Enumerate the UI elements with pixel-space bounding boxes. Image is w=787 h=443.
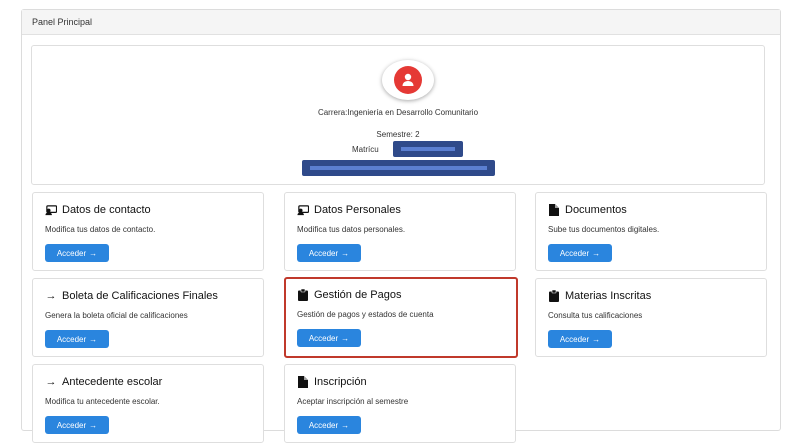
acceder-button[interactable]: Acceder →	[297, 329, 361, 347]
card-description: Gestión de pagos y estados de cuenta	[297, 310, 434, 319]
arrow-right-icon: →	[45, 375, 57, 388]
card-title: Inscripción	[314, 376, 367, 388]
semester-label: Semestre:	[376, 130, 413, 139]
arrow-right-icon: →	[89, 420, 98, 430]
acceder-button[interactable]: Acceder →	[548, 330, 612, 348]
arrow-right-icon: →	[341, 333, 350, 343]
card-gestion-pagos: Gestión de Pagos Gestión de pagos y esta…	[284, 277, 518, 358]
card-description: Modifica tus datos de contacto.	[45, 225, 156, 234]
card-description: Modifica tus datos personales.	[297, 225, 406, 234]
card-title: Gestión de Pagos	[314, 289, 402, 301]
card-description: Genera la boleta oficial de calificacion…	[45, 311, 188, 320]
arrow-right-icon: →	[89, 334, 98, 344]
profile-card: Carrera:Ingeniería en Desarrollo Comunit…	[31, 45, 765, 185]
user-icon	[394, 66, 422, 94]
card-description: Consulta tus calificaciones	[548, 311, 643, 320]
acceder-button[interactable]: Acceder →	[45, 244, 109, 262]
acceder-button[interactable]: Acceder →	[297, 244, 361, 262]
card-description: Aceptar inscripción al semestre	[297, 397, 409, 406]
redacted-matricula	[393, 141, 463, 157]
career-value: Ingeniería en Desarrollo Comunitario	[347, 108, 479, 117]
semester-value: 2	[415, 130, 420, 139]
redacted-name	[302, 160, 495, 176]
acceder-button[interactable]: Acceder →	[548, 244, 612, 262]
career-info: Carrera:Ingeniería en Desarrollo Comunit…	[32, 108, 764, 117]
clipboard-icon	[548, 290, 560, 302]
arrow-right-icon: →	[89, 248, 98, 258]
card-materias-inscritas: Materias Inscritas Consulta tus califica…	[535, 278, 767, 357]
arrow-right-icon: →	[592, 334, 601, 344]
card-title: Documentos	[565, 204, 627, 216]
main-panel: Panel Principal Carrera:Ingeniería en De…	[21, 9, 781, 443]
arrow-right-icon: →	[592, 248, 601, 258]
card-documentos: Documentos Sube tus documentos digitales…	[535, 192, 767, 271]
semester-info: Semestre: 2	[32, 130, 764, 139]
card-title: Datos de contacto	[62, 204, 151, 216]
acceder-button[interactable]: Acceder →	[45, 330, 109, 348]
contact-card-icon	[297, 204, 309, 216]
card-boleta-calificaciones: → Boleta de Calificaciones Finales Gener…	[32, 278, 264, 357]
arrow-right-icon: →	[45, 289, 57, 302]
card-inscripcion: Inscripción Aceptar inscripción al semes…	[284, 364, 516, 443]
card-title: Datos Personales	[314, 204, 401, 216]
arrow-right-icon: →	[341, 420, 350, 430]
clipboard-icon	[297, 289, 309, 301]
matricula-label: Matrícu	[352, 145, 379, 154]
card-description: Sube tus documentos digitales.	[548, 225, 660, 234]
document-icon	[297, 376, 309, 388]
panel-header: Panel Principal	[22, 10, 780, 35]
document-icon	[548, 204, 560, 216]
career-label: Carrera:	[317, 108, 348, 117]
contact-card-icon	[45, 204, 57, 216]
card-antecedente-escolar: → Antecedente escolar Modifica tu antece…	[32, 364, 264, 443]
card-title: Antecedente escolar	[62, 376, 163, 388]
card-description: Modifica tu antecedente escolar.	[45, 397, 160, 406]
card-datos-contacto: Datos de contacto Modifica tus datos de …	[32, 192, 264, 271]
card-title: Materias Inscritas	[565, 290, 652, 302]
arrow-right-icon: →	[341, 248, 350, 258]
avatar	[382, 60, 434, 100]
card-title: Boleta de Calificaciones Finales	[62, 290, 218, 302]
card-datos-personales: Datos Personales Modifica tus datos pers…	[284, 192, 516, 271]
